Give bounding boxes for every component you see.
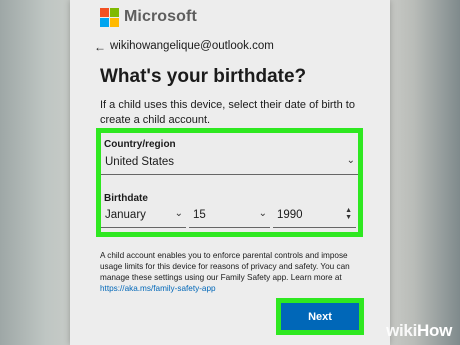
month-value: January bbox=[105, 209, 146, 221]
day-select[interactable]: 15 ⌄ bbox=[189, 206, 270, 228]
info-text: A child account enables you to enforce p… bbox=[100, 251, 350, 282]
brand-name: Microsoft bbox=[124, 8, 197, 25]
day-value: 15 bbox=[193, 209, 206, 221]
page-description: If a child uses this device, select thei… bbox=[100, 99, 355, 126]
family-safety-link[interactable]: https://aka.ms/family-safety-app bbox=[100, 284, 216, 293]
next-button[interactable]: Next bbox=[281, 303, 359, 330]
chevron-down-icon: ⌄ bbox=[346, 155, 355, 166]
country-value: United States bbox=[105, 156, 175, 168]
chevron-down-icon: ⌄ bbox=[258, 208, 267, 219]
wikihow-watermark: wikiHow bbox=[386, 321, 452, 340]
month-select[interactable]: January ⌄ bbox=[101, 206, 186, 228]
account-email: wikihowangelique@outlook.com bbox=[110, 40, 274, 52]
next-button-highlight: Next bbox=[276, 298, 364, 335]
year-value: 1990 bbox=[277, 209, 303, 221]
back-arrow-icon[interactable]: ← bbox=[94, 40, 106, 54]
chevron-down-icon: ⌄ bbox=[174, 208, 183, 219]
year-input[interactable]: 1990 ▲ ▼ bbox=[273, 206, 356, 228]
country-label: Country/region bbox=[104, 139, 176, 150]
child-account-info: A child account enables you to enforce p… bbox=[100, 250, 362, 294]
page-title: What's your birthdate? bbox=[100, 66, 307, 87]
birthdate-label: Birthdate bbox=[104, 193, 148, 204]
microsoft-logo-icon bbox=[100, 8, 119, 27]
spinner-icon[interactable]: ▲ ▼ bbox=[345, 207, 352, 221]
country-select[interactable]: United States ⌄ bbox=[101, 153, 358, 175]
